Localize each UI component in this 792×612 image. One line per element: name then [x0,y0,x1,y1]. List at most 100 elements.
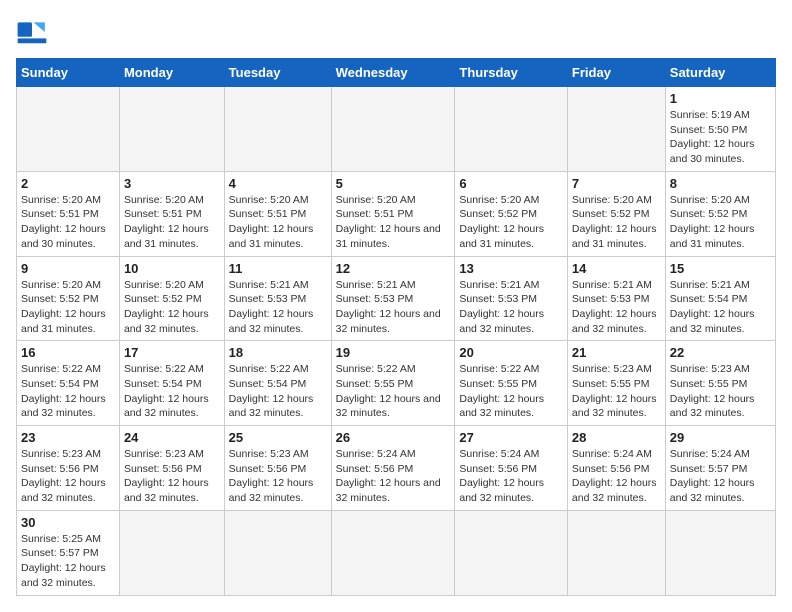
day-cell: 9 Sunrise: 5:20 AM Sunset: 5:52 PM Daylig… [17,256,120,341]
day-info: Sunrise: 5:20 AM Sunset: 5:51 PM Dayligh… [21,193,115,252]
day-cell: 10 Sunrise: 5:20 AM Sunset: 5:52 PM Dayli… [119,256,224,341]
calendar-table: SundayMondayTuesdayWednesdayThursdayFrid… [16,58,776,596]
day-number: 6 [459,176,563,191]
day-cell [331,87,455,172]
day-cell: 25 Sunrise: 5:23 AM Sunset: 5:56 PM Dayli… [224,426,331,511]
day-cell: 2 Sunrise: 5:20 AM Sunset: 5:51 PM Daylig… [17,171,120,256]
day-number: 23 [21,430,115,445]
column-header-monday: Monday [119,59,224,87]
day-number: 26 [336,430,451,445]
day-cell: 29 Sunrise: 5:24 AM Sunset: 5:57 PM Dayli… [665,426,775,511]
day-info: Sunrise: 5:25 AM Sunset: 5:57 PM Dayligh… [21,532,115,591]
day-number: 7 [572,176,661,191]
day-cell: 20Sunrise: 5:22 AM Sunset: 5:55 PM Dayli… [455,341,568,426]
day-number: 20 [459,345,563,360]
day-number: 14 [572,261,661,276]
day-number: 27 [459,430,563,445]
day-number: 2 [21,176,115,191]
day-number: 10 [124,261,220,276]
day-info: Sunrise: 5:21 AM Sunset: 5:53 PM Dayligh… [459,278,563,337]
day-cell: 21 Sunrise: 5:23 AM Sunset: 5:55 PM Dayli… [567,341,665,426]
day-info: Sunrise: 5:22 AM Sunset: 5:54 PM Dayligh… [124,362,220,421]
day-info: Sunrise: 5:24 AM Sunset: 5:56 PM Dayligh… [336,447,451,506]
week-row-5: 23 Sunrise: 5:23 AM Sunset: 5:56 PM Dayli… [17,426,776,511]
day-number: 17 [124,345,220,360]
day-cell: 16 Sunrise: 5:22 AM Sunset: 5:54 PM Dayli… [17,341,120,426]
week-row-6: 30 Sunrise: 5:25 AM Sunset: 5:57 PM Dayli… [17,510,776,595]
day-info: Sunrise: 5:24 AM Sunset: 5:56 PM Dayligh… [459,447,563,506]
day-info: Sunrise: 5:23 AM Sunset: 5:56 PM Dayligh… [124,447,220,506]
day-info: Sunrise: 5:21 AM Sunset: 5:53 PM Dayligh… [336,278,451,337]
day-info: Sunrise: 5:24 AM Sunset: 5:57 PM Dayligh… [670,447,771,506]
logo [16,16,52,48]
day-cell: 12 Sunrise: 5:21 AM Sunset: 5:53 PM Dayli… [331,256,455,341]
day-number: 3 [124,176,220,191]
week-row-1: 1 Sunrise: 5:19 AM Sunset: 5:50 PM Daylig… [17,87,776,172]
day-number: 24 [124,430,220,445]
day-cell [665,510,775,595]
day-number: 21 [572,345,661,360]
day-info: Sunrise: 5:21 AM Sunset: 5:53 PM Dayligh… [572,278,661,337]
day-number: 1 [670,91,771,106]
column-header-tuesday: Tuesday [224,59,331,87]
day-info: Sunrise: 5:24 AM Sunset: 5:56 PM Dayligh… [572,447,661,506]
day-info: Sunrise: 5:19 AM Sunset: 5:50 PM Dayligh… [670,108,771,167]
day-cell: 19 Sunrise: 5:22 AM Sunset: 5:55 PM Dayli… [331,341,455,426]
day-cell: 30 Sunrise: 5:25 AM Sunset: 5:57 PM Dayli… [17,510,120,595]
day-info: Sunrise: 5:21 AM Sunset: 5:53 PM Dayligh… [229,278,327,337]
week-row-2: 2 Sunrise: 5:20 AM Sunset: 5:51 PM Daylig… [17,171,776,256]
day-number: 16 [21,345,115,360]
day-number: 28 [572,430,661,445]
day-info: Sunrise: 5:20 AM Sunset: 5:52 PM Dayligh… [21,278,115,337]
day-info: Sunrise: 5:23 AM Sunset: 5:55 PM Dayligh… [670,362,771,421]
column-header-sunday: Sunday [17,59,120,87]
day-cell [119,87,224,172]
day-cell [567,510,665,595]
day-info: Sunrise: 5:23 AM Sunset: 5:56 PM Dayligh… [229,447,327,506]
day-info: Sunrise: 5:20 AM Sunset: 5:51 PM Dayligh… [229,193,327,252]
day-info: Sunrise: 5:20 AM Sunset: 5:51 PM Dayligh… [124,193,220,252]
day-cell [455,87,568,172]
column-header-friday: Friday [567,59,665,87]
day-info: Sunrise: 5:23 AM Sunset: 5:55 PM Dayligh… [572,362,661,421]
day-cell: 7 Sunrise: 5:20 AM Sunset: 5:52 PM Daylig… [567,171,665,256]
day-info: Sunrise: 5:21 AM Sunset: 5:54 PM Dayligh… [670,278,771,337]
day-cell: 27 Sunrise: 5:24 AM Sunset: 5:56 PM Dayli… [455,426,568,511]
day-number: 30 [21,515,115,530]
day-number: 22 [670,345,771,360]
day-info: Sunrise: 5:22 AM Sunset: 5:55 PM Dayligh… [336,362,451,421]
header [16,16,776,48]
day-cell: 26 Sunrise: 5:24 AM Sunset: 5:56 PM Dayli… [331,426,455,511]
day-info: Sunrise: 5:22 AM Sunset: 5:54 PM Dayligh… [21,362,115,421]
day-number: 25 [229,430,327,445]
column-header-saturday: Saturday [665,59,775,87]
day-number: 13 [459,261,563,276]
day-number: 15 [670,261,771,276]
day-cell [455,510,568,595]
day-number: 11 [229,261,327,276]
day-cell: 8Sunrise: 5:20 AM Sunset: 5:52 PM Daylig… [665,171,775,256]
day-cell: 22 Sunrise: 5:23 AM Sunset: 5:55 PM Dayli… [665,341,775,426]
column-header-wednesday: Wednesday [331,59,455,87]
day-cell [224,510,331,595]
day-number: 19 [336,345,451,360]
day-number: 9 [21,261,115,276]
day-cell: 14 Sunrise: 5:21 AM Sunset: 5:53 PM Dayli… [567,256,665,341]
column-header-thursday: Thursday [455,59,568,87]
day-number: 4 [229,176,327,191]
day-info: Sunrise: 5:20 AM Sunset: 5:52 PM Dayligh… [572,193,661,252]
day-cell [224,87,331,172]
day-cell: 28 Sunrise: 5:24 AM Sunset: 5:56 PM Dayli… [567,426,665,511]
day-info: Sunrise: 5:23 AM Sunset: 5:56 PM Dayligh… [21,447,115,506]
day-number: 12 [336,261,451,276]
day-cell: 15 Sunrise: 5:21 AM Sunset: 5:54 PM Dayli… [665,256,775,341]
day-number: 8 [670,176,771,191]
week-row-3: 9 Sunrise: 5:20 AM Sunset: 5:52 PM Daylig… [17,256,776,341]
calendar-header-row: SundayMondayTuesdayWednesdayThursdayFrid… [17,59,776,87]
day-number: 5 [336,176,451,191]
day-number: 29 [670,430,771,445]
day-cell: 23 Sunrise: 5:23 AM Sunset: 5:56 PM Dayli… [17,426,120,511]
general-blue-logo-icon [16,16,48,48]
day-info: Sunrise: 5:20 AM Sunset: 5:52 PM Dayligh… [124,278,220,337]
day-cell: 13 Sunrise: 5:21 AM Sunset: 5:53 PM Dayli… [455,256,568,341]
